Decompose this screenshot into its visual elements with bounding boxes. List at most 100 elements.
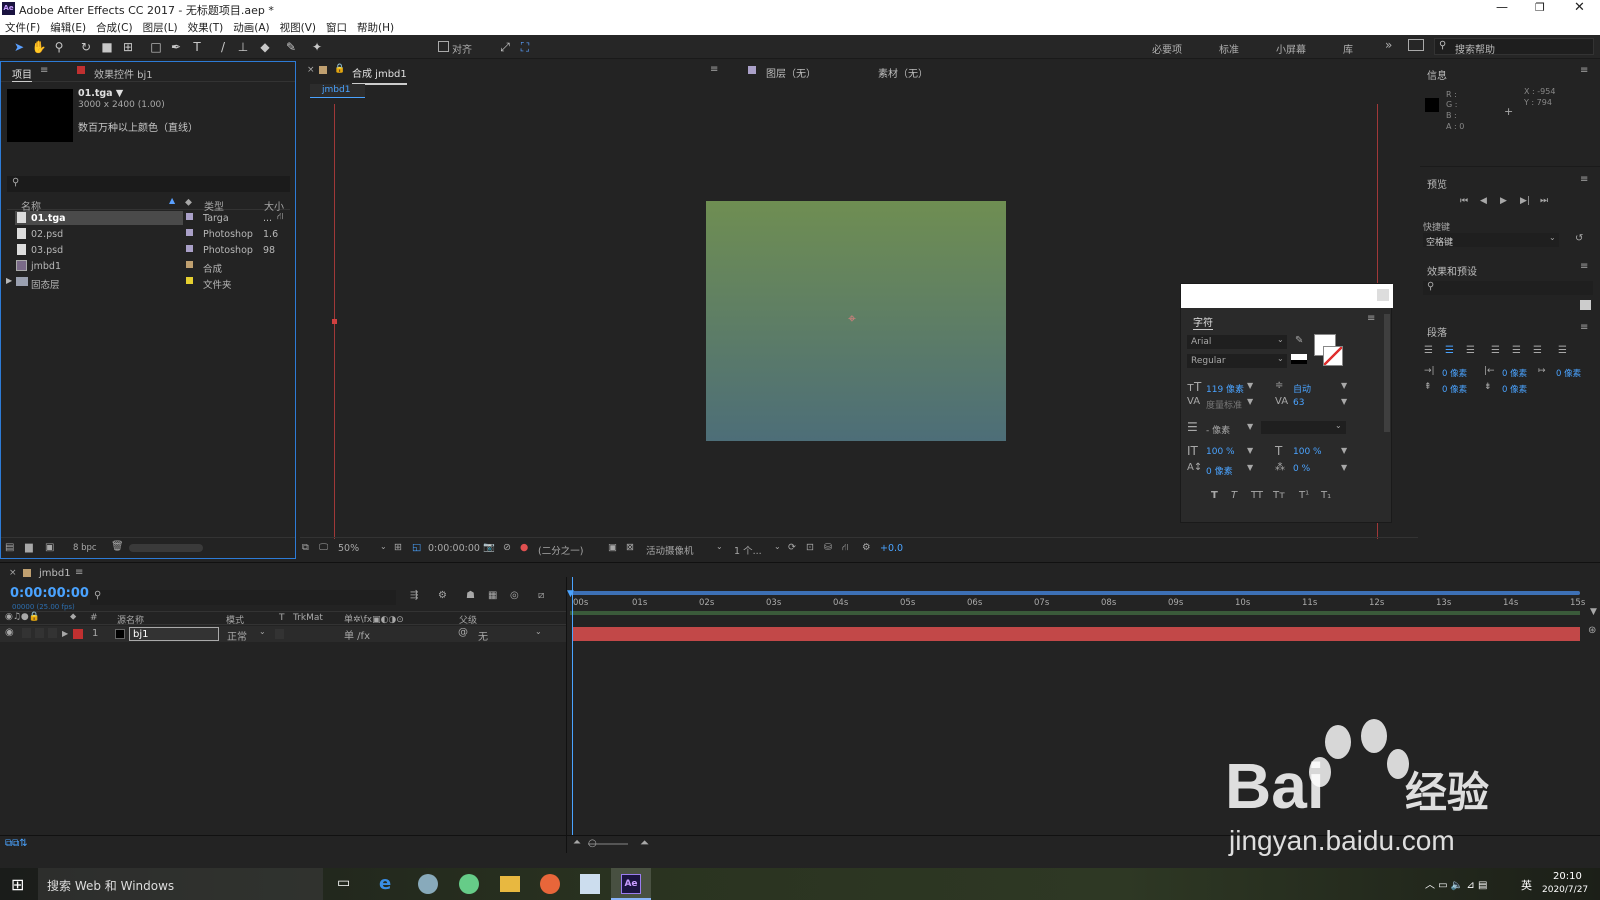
expand-arrow-icon[interactable]: ▶ xyxy=(62,629,68,638)
chevron-down-icon[interactable]: ▼ xyxy=(1341,381,1347,390)
brush-tool-icon[interactable]: / xyxy=(215,39,231,55)
flowchart-icon[interactable]: ⛙ xyxy=(277,211,284,223)
graph-editor-icon[interactable]: ⧄ xyxy=(538,590,544,601)
rotate-tool-icon[interactable]: ↻ xyxy=(78,39,94,55)
hide-shy-layers-icon[interactable]: ☗ xyxy=(466,590,475,601)
small-caps-button[interactable]: Tт xyxy=(1273,490,1285,501)
zoom-in-icon[interactable]: ⏶ xyxy=(640,836,649,850)
stroke-type-select[interactable]: ⌄ xyxy=(1261,421,1346,434)
tab-layer[interactable]: 图层（无） xyxy=(766,65,816,80)
channel-icon[interactable]: ● xyxy=(520,542,528,553)
table-row[interactable]: ◉ ▶ 1 bj1 正常 ⌄ 单 /fx @ 无 ⌄ xyxy=(0,626,566,643)
comp-breadcrumb[interactable]: jmbd1 xyxy=(310,84,365,98)
always-preview-icon[interactable]: ⧉ xyxy=(302,542,309,553)
timeline-icon[interactable]: ⛁ xyxy=(824,542,832,553)
pickwhip-icon[interactable]: @ xyxy=(458,627,468,638)
timeline-timecode[interactable]: 0:00:00:00 xyxy=(10,586,89,601)
justify-all-icon[interactable]: ☰ xyxy=(1558,345,1567,356)
hand-tool-icon[interactable]: ✋ xyxy=(31,39,47,55)
drawing-app-icon[interactable] xyxy=(580,874,600,894)
layer-switches-toggle-icon[interactable]: ⧉⧉⇅ xyxy=(5,838,28,849)
switches-icon[interactable]: 单✲\fx▣◐◑⊙ xyxy=(344,612,404,625)
space-after-value[interactable]: 0 像素 xyxy=(1502,383,1527,395)
monitor-icon[interactable]: 🖵 xyxy=(319,542,328,553)
column-mode[interactable]: 模式 xyxy=(226,613,244,626)
snapshot-icon[interactable]: 📷 xyxy=(483,542,495,553)
zoom-handle[interactable]: ○ xyxy=(588,838,597,849)
black-white-swatch[interactable] xyxy=(1291,354,1307,364)
close-button[interactable]: ✕ xyxy=(1574,0,1585,15)
chevron-down-icon[interactable]: ⌄ xyxy=(716,542,723,551)
workspace-toggle-icon[interactable] xyxy=(1408,39,1424,51)
current-time-display[interactable]: 0:00:00:00 xyxy=(428,543,480,554)
previous-frame-icon[interactable]: ◀ xyxy=(1480,196,1487,206)
camera-view-select[interactable]: 活动摄像机 xyxy=(646,543,694,557)
taskbar-search-box[interactable]: 搜索 Web 和 Windows xyxy=(38,868,323,900)
comp-mini-flowchart-icon[interactable]: ⇶ xyxy=(410,590,418,601)
panel-menu-icon[interactable]: ≡ xyxy=(1580,174,1588,185)
blend-mode-select[interactable]: 正常 xyxy=(227,628,247,643)
align-left-icon[interactable]: ☰ xyxy=(1424,345,1433,356)
indent-first-value[interactable]: 0 像素 xyxy=(1556,367,1581,379)
anchor-point-icon[interactable]: ⌖ xyxy=(848,311,856,327)
pen-tool-icon[interactable]: ✒ xyxy=(168,39,184,55)
horizontal-scale-value[interactable]: 100 % xyxy=(1293,447,1322,457)
browser-icon[interactable] xyxy=(459,874,479,894)
align-center-icon[interactable]: ☰ xyxy=(1445,345,1454,356)
firefox-icon[interactable] xyxy=(540,874,560,894)
timeline-search-input[interactable]: ⚲ xyxy=(90,590,396,605)
input-language[interactable]: 英 xyxy=(1521,877,1532,893)
tracking-value[interactable]: 63 xyxy=(1293,398,1304,408)
lock-icon[interactable]: 🔒 xyxy=(334,64,345,74)
comp-button-icon[interactable]: ⊛ xyxy=(1588,625,1596,636)
current-time-indicator[interactable] xyxy=(572,577,573,835)
selected-file-name[interactable]: 01.tga ▼ xyxy=(78,88,123,99)
chevron-down-icon[interactable]: ▼ xyxy=(1341,397,1347,406)
list-item[interactable]: ▶ 固态层 文件夹 xyxy=(6,275,286,291)
first-frame-icon[interactable]: ⏮ xyxy=(1460,196,1468,206)
after-effects-taskbar-button[interactable]: Ae xyxy=(611,868,651,900)
layer-label-color[interactable] xyxy=(73,629,83,639)
clock-date[interactable]: 2020/7/27 xyxy=(1542,885,1588,895)
chevron-down-icon[interactable]: ⌄ xyxy=(380,542,387,551)
audio-toggle[interactable] xyxy=(22,628,31,638)
font-family-select[interactable]: Arial ⌄ xyxy=(1187,335,1287,349)
list-item[interactable]: 03.psd Photoshop 98 xyxy=(11,243,286,258)
thumbnail-scrollbar[interactable] xyxy=(129,544,203,552)
tab-effect-controls[interactable]: 效果控件 bj1 xyxy=(94,66,153,81)
faux-italic-button[interactable]: T xyxy=(1231,490,1237,501)
chevron-down-icon[interactable]: ⌄ xyxy=(259,627,266,636)
panel-menu-icon[interactable]: ≡ xyxy=(1580,261,1588,272)
space-before-value[interactable]: 0 像素 xyxy=(1442,383,1467,395)
tab-project[interactable]: 项目 xyxy=(12,66,32,82)
zoom-tool-icon[interactable]: ⚲ xyxy=(51,39,67,55)
list-item[interactable]: 01.tga Targa ... ⛙ xyxy=(11,211,286,226)
panel-menu-icon[interactable]: ≡ xyxy=(1580,322,1588,333)
panel-menu-icon[interactable]: ≡ xyxy=(1367,313,1375,324)
font-size-value[interactable]: 119 像素 xyxy=(1206,382,1244,395)
new-composition-icon[interactable]: ▣ xyxy=(45,542,54,553)
puppet-tool-icon[interactable]: ✦ xyxy=(309,39,325,55)
parent-select[interactable]: 无 xyxy=(478,628,488,643)
new-preset-icon[interactable] xyxy=(1580,300,1591,310)
effects-search-input[interactable]: ⚲ xyxy=(1423,281,1593,295)
project-search-input[interactable]: ⚲ xyxy=(7,176,290,192)
panel-menu-icon[interactable]: ≡ xyxy=(75,567,83,578)
chevron-down-icon[interactable]: ▼ xyxy=(1247,463,1253,472)
tab-footage[interactable]: 素材（无） xyxy=(878,65,928,80)
panel-menu-icon[interactable]: ≡ xyxy=(1580,65,1588,76)
column-source-name[interactable]: 源名称 xyxy=(117,613,144,626)
selection-tool-icon[interactable]: ➤ xyxy=(11,39,27,55)
roto-brush-tool-icon[interactable]: ✎ xyxy=(283,39,299,55)
rectangle-tool-icon[interactable]: □ xyxy=(148,39,164,55)
eyedropper-icon[interactable]: ✎ xyxy=(1295,335,1303,346)
pan-behind-tool-icon[interactable]: ⊞ xyxy=(120,39,136,55)
column-parent[interactable]: 父级 xyxy=(459,613,477,626)
fast-previews-icon[interactable]: ⊡ xyxy=(806,542,814,553)
mask-visibility-icon[interactable]: ◱ xyxy=(412,542,421,553)
clock-time[interactable]: 20:10 xyxy=(1553,871,1582,882)
close-tab-icon[interactable]: × xyxy=(9,568,17,578)
superscript-button[interactable]: T¹ xyxy=(1299,490,1309,501)
tsume-value[interactable]: 0 % xyxy=(1293,464,1310,474)
file-explorer-icon[interactable] xyxy=(500,876,520,892)
